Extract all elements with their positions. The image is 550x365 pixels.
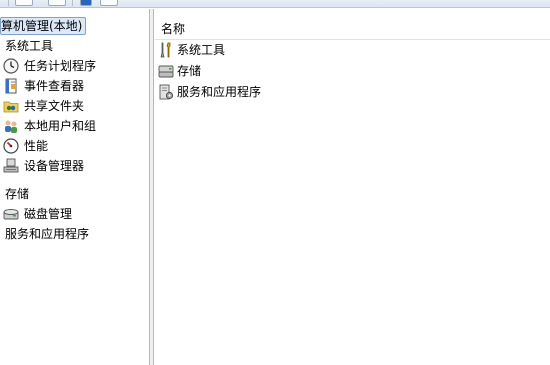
column-header-name[interactable]: 名称 xyxy=(161,21,185,37)
list-header: 名称 xyxy=(155,18,550,40)
tree-item-shared-folders[interactable]: 共享文件夹 xyxy=(3,96,84,116)
export-list-button[interactable] xyxy=(48,0,66,6)
list-item-label: 服务和应用程序 xyxy=(177,85,262,99)
tree-item-label: 任务计划程序 xyxy=(24,59,97,73)
tree-item-label: 本地用户和组 xyxy=(24,119,97,133)
tree-item-label: 磁盘管理 xyxy=(24,207,73,221)
users-icon xyxy=(5,120,17,133)
tree-item-label: 事件查看器 xyxy=(24,79,85,93)
toolbar-separator xyxy=(72,0,73,6)
detail-list: 名称 系统工具 存储 服务和应用程序 xyxy=(155,9,550,365)
show-hide-tree-button[interactable] xyxy=(15,0,33,6)
tree-item-event-viewer[interactable]: 事件查看器 xyxy=(3,76,84,96)
services-icon xyxy=(159,84,174,100)
tree-item-label: 服务和应用程序 xyxy=(5,227,90,241)
tree-root-label: 算机管理(本地) xyxy=(1,19,83,33)
tree-item-label: 系统工具 xyxy=(5,39,54,53)
tree-item-services-applications[interactable]: 服务和应用程序 xyxy=(5,224,89,244)
tree-item-label: 存储 xyxy=(5,187,30,201)
list-item-storage[interactable]: 存储 xyxy=(158,61,201,81)
shared-folder-icon xyxy=(3,101,19,113)
list-item-system-tools[interactable]: 系统工具 xyxy=(158,40,225,60)
tree-item-system-tools[interactable]: 系统工具 xyxy=(5,36,53,56)
tree-item-task-scheduler[interactable]: 任务计划程序 xyxy=(3,56,96,76)
toolbar xyxy=(0,0,550,8)
tree-item-label: 性能 xyxy=(24,139,49,153)
list-item-services-applications[interactable]: 服务和应用程序 xyxy=(158,82,261,102)
help-button[interactable] xyxy=(80,0,92,6)
event-viewer-icon xyxy=(5,78,17,94)
list-item-label: 存储 xyxy=(177,64,202,78)
navigation-tree: 算机管理(本地) 系统工具 任务计划程序 事件查看器 共享文件夹 本地用户和组 … xyxy=(0,9,150,365)
device-manager-icon xyxy=(3,158,19,173)
storage-icon xyxy=(158,65,174,78)
tree-item-local-users-groups[interactable]: 本地用户和组 xyxy=(3,116,96,136)
disk-icon xyxy=(3,209,19,220)
tree-item-label: 共享文件夹 xyxy=(24,99,85,113)
tree-item-storage[interactable]: 存储 xyxy=(5,184,29,204)
performance-icon xyxy=(3,138,19,154)
tree-item-label: 设备管理器 xyxy=(24,159,85,173)
properties-button[interactable] xyxy=(100,0,118,6)
tree-root-computer-management[interactable]: 算机管理(本地) xyxy=(0,17,87,35)
list-item-label: 系统工具 xyxy=(177,43,226,57)
tree-item-disk-management[interactable]: 磁盘管理 xyxy=(3,204,72,224)
clock-icon xyxy=(3,58,19,74)
tree-item-device-manager[interactable]: 设备管理器 xyxy=(3,156,84,176)
tree-item-performance[interactable]: 性能 xyxy=(3,136,48,156)
tools-icon xyxy=(160,42,171,58)
toolbar-separator xyxy=(8,0,9,6)
pane-splitter[interactable] xyxy=(150,9,154,365)
